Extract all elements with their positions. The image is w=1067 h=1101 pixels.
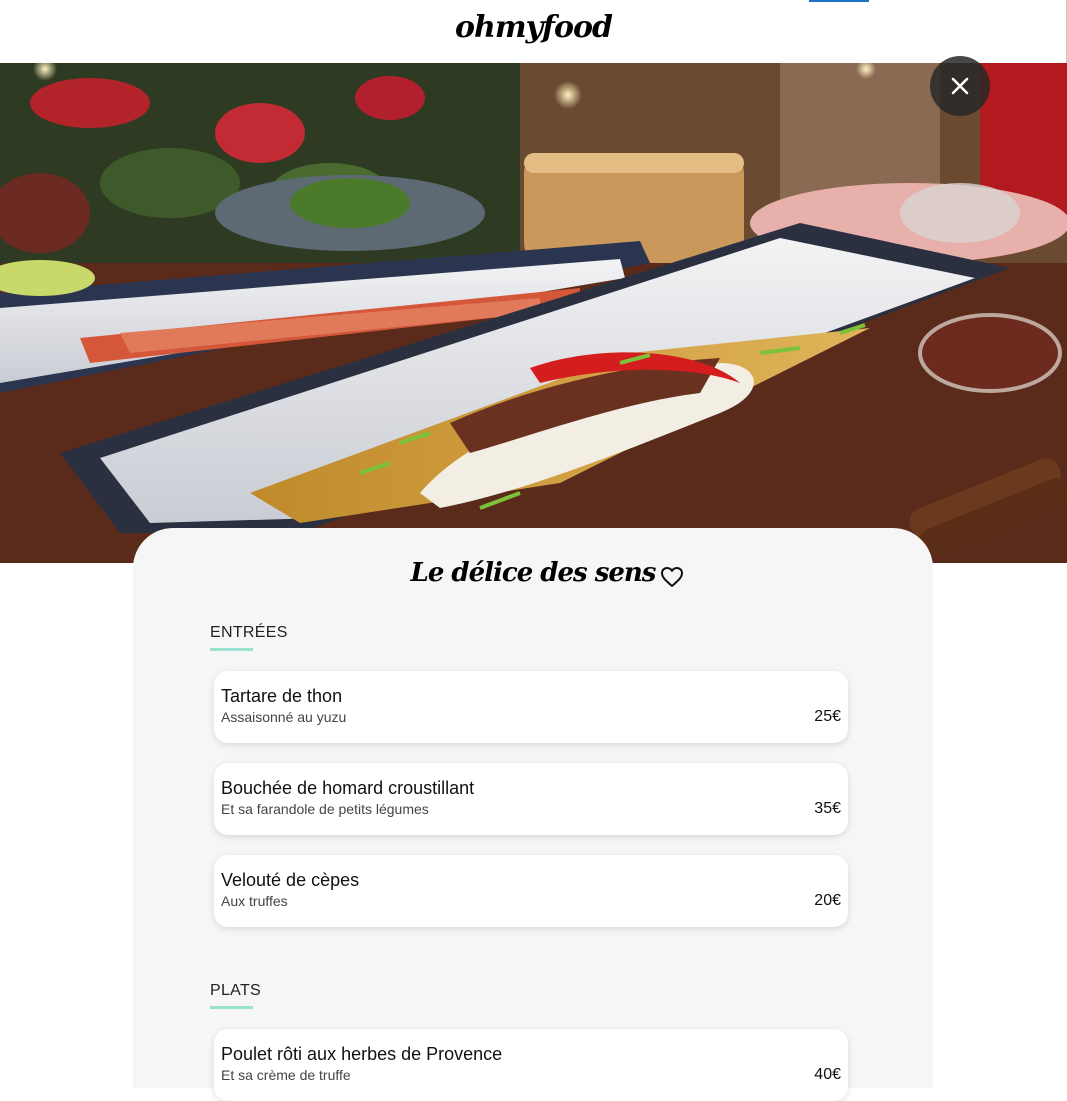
dish-name: Poulet rôti aux herbes de Provence [221,1044,503,1064]
close-button[interactable] [930,56,990,116]
restaurant-title-row: Le délice des sens [133,558,933,598]
dish-item[interactable]: Poulet rôti aux herbes de Provence Et sa… [214,1029,848,1101]
dish-price: 35€ [814,800,841,817]
hero-image [0,63,1067,563]
dish-name: Bouchée de homard croustillant [221,778,475,798]
dish-name: Velouté de cèpes [221,870,360,890]
dish-item[interactable]: Bouchée de homard croustillant Et sa far… [214,763,848,835]
tab-indicator [809,0,869,2]
menu-card: Le délice des sens ENTRÉES Tartare de th… [133,528,933,1101]
dish-description: Et sa crème de truffe [221,1067,351,1083]
dish-description: Aux truffes [221,893,288,909]
ohmyfood-logo[interactable]: ohmyfood [0,10,1067,45]
dish-description: Et sa farandole de petits légumes [221,801,429,817]
restaurant-title: Le délice des sens [410,558,657,588]
dish-price: 25€ [814,708,841,725]
dish-item[interactable]: Velouté de cèpes Aux truffes 20€ [214,855,848,927]
heart-outline-icon[interactable] [660,566,684,588]
section-label-plats: PLATS [210,982,261,999]
dish-item[interactable]: Tartare de thon Assaisonné au yuzu 25€ [214,671,848,743]
section-label-entrees: ENTRÉES [210,624,288,641]
dish-price: 20€ [814,892,841,909]
section-underline [210,1006,253,1009]
close-icon [951,77,969,95]
dish-price: 40€ [814,1066,841,1083]
site-header: ohmyfood [0,0,1067,63]
dish-description: Assaisonné au yuzu [221,709,347,725]
dish-name: Tartare de thon [221,686,343,706]
section-underline [210,648,253,651]
